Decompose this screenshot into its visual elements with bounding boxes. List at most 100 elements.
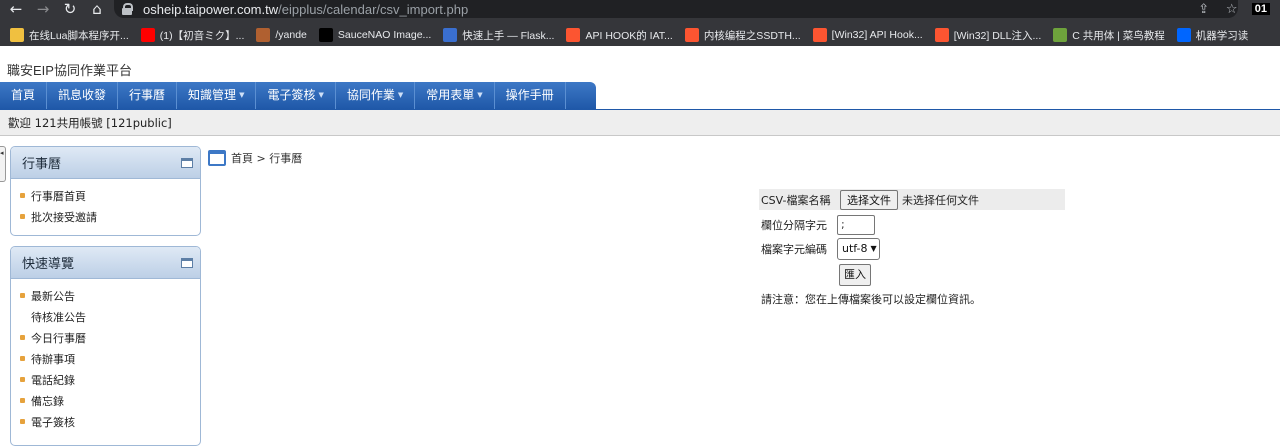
sidebar-link[interactable]: 批次接受邀請 (20, 206, 200, 227)
zhihu-icon (1176, 28, 1191, 42)
address-bar[interactable]: osheip.taipower.com.tw /eipplus/calendar… (114, 0, 1238, 18)
calendar-panel-header: 行事曆 (11, 147, 200, 179)
menu-item[interactable]: 常用表單 ▼ (415, 82, 495, 109)
bookmarks-bar: 在线Lua脚本程序开... (1)【初音ミク】... /yande SauceNAO … (0, 24, 1280, 46)
menu-item[interactable]: 首頁 (0, 82, 48, 109)
menu-item[interactable]: 協同作業 ▼ (336, 82, 416, 109)
menu-item-label: 首頁 (11, 88, 36, 102)
bookmark-label: 机器学习读 (1195, 29, 1249, 42)
bookmark-item[interactable]: SauceNAO Image... (318, 28, 432, 42)
sidebar-link[interactable]: 最新公告 (20, 285, 200, 306)
menu-item[interactable]: 知識管理 ▼ (177, 82, 257, 109)
bookmark-item[interactable]: C 共用体 | 菜鸟教程 (1053, 28, 1165, 43)
bullet-icon (20, 214, 25, 219)
bookmark-item[interactable]: [Win32] DLL注入... (934, 28, 1042, 43)
bookmark-item[interactable]: (1)【初音ミク】... (140, 28, 245, 43)
youtube-icon (140, 28, 155, 42)
profile-badge[interactable]: 01 (1251, 3, 1270, 15)
forward-icon[interactable]: → (32, 0, 54, 18)
minimize-icon[interactable] (181, 157, 193, 168)
menu-item[interactable]: 行事曆 (118, 82, 178, 109)
url-host: osheip.taipower.com.tw (143, 1, 279, 17)
back-icon[interactable]: ← (5, 0, 27, 18)
chevron-down-icon: ▼ (318, 91, 324, 99)
site-title: 職安EIP協同作業平台 (7, 63, 132, 78)
menu-item[interactable]: 電子簽核 ▼ (256, 82, 336, 109)
menu-item-label: 訊息收發 (58, 88, 107, 102)
sidebar-link[interactable]: 電子簽核 (20, 411, 200, 432)
collapse-arrow-icon: ◂ (0, 149, 4, 157)
import-button[interactable]: 匯入 (839, 264, 871, 286)
sidebar-link[interactable]: 待辦事項 (20, 348, 200, 369)
quick-nav-panel-header: 快速導覽 (11, 247, 200, 279)
bookmark-label: [Win32] DLL注入... (953, 29, 1042, 42)
encoding-value: utf-8 (842, 242, 868, 255)
csdn-icon (934, 28, 949, 42)
sidebar-link[interactable]: 待核准公告 (20, 306, 200, 327)
csdn-icon (566, 28, 581, 42)
bullet-icon (20, 356, 25, 361)
csv-import-form: CSV-檔案名稱 选择文件 未选择任何文件 欄位分隔字元 ; 檔案字元編碼 ut… (759, 189, 1065, 307)
calendar-panel-body: 行事曆首頁批次接受邀請 (11, 179, 200, 233)
csdn-icon (684, 28, 699, 42)
submit-row: 匯入 (759, 264, 1065, 286)
breadcrumb: 首頁 > 行事曆 (208, 150, 302, 166)
encoding-select[interactable]: utf-8 ▼ (837, 238, 880, 260)
sidebar-link[interactable]: 電話紀錄 (20, 369, 200, 390)
bookmark-item[interactable]: [Win32] API Hook... (812, 28, 923, 42)
bookmark-label: C 共用体 | 菜鸟教程 (1072, 29, 1165, 42)
choose-file-button[interactable]: 选择文件 (840, 189, 898, 210)
x-icon (318, 28, 333, 42)
menu-item-label: 協同作業 (346, 88, 395, 102)
reload-icon[interactable]: ↻ (59, 0, 81, 18)
minimize-icon[interactable] (181, 257, 193, 268)
encoding-label: 檔案字元編碼 (761, 243, 827, 256)
menu-item-label: 常用表單 (426, 88, 475, 102)
bookmark-item[interactable]: 在线Lua脚本程序开... (10, 28, 129, 43)
bookmark-item[interactable]: 快速上手 — Flask... (443, 28, 554, 43)
bookmark-item[interactable]: /yande (256, 28, 307, 42)
lock-icon[interactable] (122, 3, 133, 15)
bullet-icon (20, 293, 25, 298)
collapse-tab[interactable]: ◂ (0, 146, 6, 182)
sidebar-link[interactable]: 今日行事曆 (20, 327, 200, 348)
sidebar-link-label: 行事曆首頁 (31, 189, 86, 203)
bookmark-icon (10, 28, 24, 42)
menu-item[interactable]: 訊息收發 (47, 82, 119, 109)
star-icon[interactable]: ☆ (1218, 2, 1246, 17)
encoding-row: 檔案字元編碼 utf-8 ▼ (759, 238, 1065, 260)
breadcrumb-text: 首頁 > 行事曆 (231, 152, 303, 165)
menu-item-label: 電子簽核 (267, 88, 316, 102)
chevron-down-icon: ▼ (870, 244, 877, 253)
separator-input[interactable]: ; (837, 215, 875, 235)
sidebar-link-label: 待辦事項 (31, 352, 75, 366)
bookmark-label: 在线Lua脚本程序开... (29, 29, 129, 42)
calendar-icon (208, 150, 226, 166)
sidebar-link[interactable]: 行事曆首頁 (20, 185, 200, 206)
quick-nav-panel-body: 最新公告待核准公告今日行事曆待辦事項電話紀錄備忘錄 電子簽核 (11, 279, 200, 438)
file-row: CSV-檔案名稱 选择文件 未选择任何文件 (759, 189, 1065, 210)
bookmark-item[interactable]: 机器学习读 (1176, 28, 1249, 43)
share-icon[interactable]: ⇪ (1190, 2, 1218, 17)
quick-nav-panel-title: 快速導覽 (22, 257, 75, 272)
phone-icon (443, 28, 458, 42)
bookmark-label: (1)【初音ミク】... (159, 29, 245, 42)
bookmark-item[interactable]: API HOOK的 IAT... (566, 28, 673, 43)
menu-item[interactable]: 操作手冊 (495, 82, 566, 109)
bullet-icon (20, 419, 25, 424)
csdn-icon (812, 28, 827, 42)
sidebar-link-label: 電話紀錄 (31, 373, 75, 387)
home-icon[interactable]: ⌂ (86, 0, 108, 18)
bookmark-label: API HOOK的 IAT... (585, 29, 673, 42)
bookmark-label: 内核编程之SSDTH... (703, 29, 801, 42)
bookmark-item[interactable]: 内核编程之SSDTH... (684, 28, 801, 43)
bookmark-label: SauceNAO Image... (337, 29, 432, 41)
runoob-icon (1053, 28, 1068, 42)
bookmark-label: 快速上手 — Flask... (462, 29, 555, 42)
url-path: /eipplus/calendar/csv_import.php (278, 1, 469, 17)
bullet-icon (20, 377, 25, 382)
sidebar-link-label: 待核准公告 (31, 310, 86, 324)
chevron-down-icon: ▼ (477, 91, 483, 99)
welcome-bar: 歡迎 121共用帳號 [121public] (0, 110, 1280, 136)
sidebar-link[interactable]: 備忘錄 (20, 390, 200, 411)
